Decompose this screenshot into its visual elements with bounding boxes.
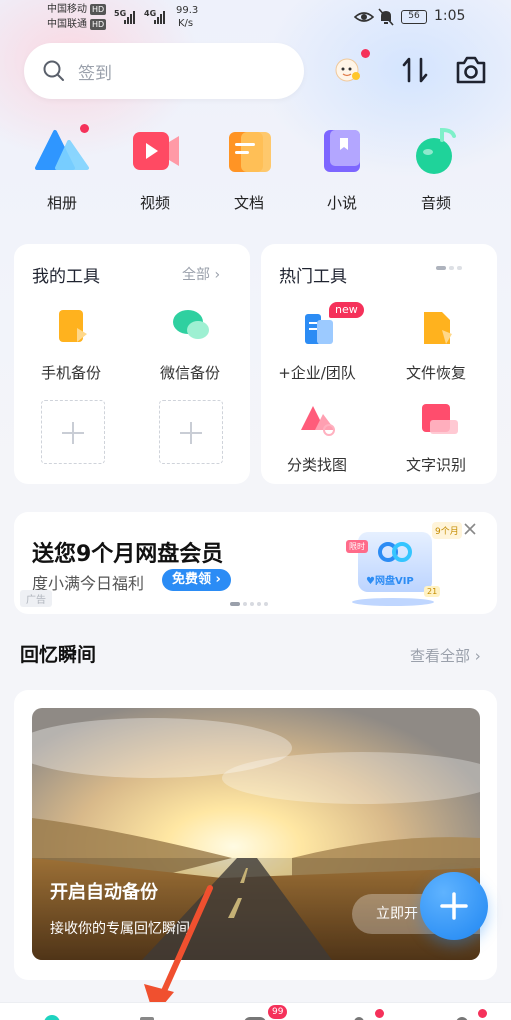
pointer-arrow-icon — [144, 885, 213, 1016]
new-badge: new — [329, 302, 364, 318]
nav-badge: 99 — [268, 1005, 288, 1019]
camera-icon[interactable] — [454, 55, 488, 85]
memories-view-all-link[interactable]: 查看全部 › — [410, 645, 481, 666]
avatar-icon — [335, 58, 360, 82]
avatar-badge-dot — [361, 49, 370, 58]
quick-action-label: 视频 — [139, 194, 170, 212]
search-bar[interactable]: 签到 — [24, 43, 304, 99]
ad-title: 送您9个月网盘会员 — [32, 542, 224, 567]
album-badge-dot — [80, 124, 89, 133]
vip-count: 21 — [424, 586, 441, 597]
battery-icon: 56 — [401, 10, 427, 24]
mute-bell-icon — [378, 8, 394, 26]
ad-page-indicator — [230, 602, 268, 606]
album-icon — [35, 130, 89, 170]
cloud-logo-icon — [378, 542, 412, 562]
my-tools-card: 我的工具 全部 › 手机备份 微信备份 — [14, 244, 250, 484]
transfer-icon[interactable] — [401, 55, 429, 85]
tool-label: 手机备份 — [40, 364, 101, 382]
net-speed-value: 99.3 — [176, 5, 199, 16]
ad-banner[interactable]: 送您9个月网盘会员 度小满今日福利 免费领 › 广告 ♥网盘VIP 限时 21 … — [14, 512, 497, 614]
vip-label: ♥网盘VIP — [366, 576, 414, 587]
signal-icon-2 — [154, 10, 165, 24]
image-search-icon — [301, 406, 335, 436]
close-icon[interactable] — [463, 522, 477, 536]
avatar[interactable] — [332, 49, 370, 84]
my-tools-title: 我的工具 — [32, 267, 100, 287]
tool-label: 文字识别 — [405, 456, 466, 474]
video-icon — [133, 132, 179, 170]
novel-icon — [324, 130, 360, 172]
hot-tools-card: 热门工具 new +企业/团队 文件恢复 分类找图 文字识别 — [261, 244, 497, 484]
tool-label: 文件恢复 — [405, 364, 466, 382]
bottom-nav: 99 — [0, 1002, 511, 1020]
status-bar: 中国移动 HD 中国联通 HD 5G 4G 99.3 K/s 56 1:05 — [0, 0, 511, 34]
quick-action-label: 小说 — [326, 194, 357, 212]
document-icon — [229, 132, 271, 172]
memory-photo[interactable]: 开启自动备份 接收你的专属回忆瞬间 立即开 — [32, 708, 480, 960]
add-tool-slot-1[interactable] — [41, 400, 105, 464]
search-placeholder: 签到 — [78, 63, 112, 84]
quick-action-label: 文档 — [233, 194, 264, 212]
plus-icon — [440, 892, 468, 920]
ad-tag: 广告 — [20, 590, 52, 607]
my-tools-all-link[interactable]: 全部 › — [182, 264, 220, 284]
signal-icon — [124, 10, 135, 24]
ad-claim-button[interactable]: 免费领 › — [162, 569, 231, 591]
months-tag: 9个月 — [432, 522, 462, 539]
vip-illustration: ♥网盘VIP 限时 21 — [346, 526, 441, 606]
ocr-icon — [422, 404, 458, 434]
eye-icon — [354, 12, 374, 22]
nav-profile-dot — [478, 1009, 487, 1018]
clock: 1:05 — [434, 8, 466, 24]
wechat-backup-icon — [173, 310, 209, 339]
nav-discover-dot — [375, 1009, 384, 1018]
file-recovery-icon — [424, 312, 452, 344]
quick-action-label: 音频 — [420, 194, 451, 212]
tool-label: +企业/团队 — [278, 364, 356, 382]
carrier-2: 中国联通 HD — [47, 19, 107, 30]
quick-action-label: 相册 — [46, 194, 77, 212]
memories-title: 回忆瞬间 — [20, 644, 97, 666]
audio-icon — [416, 128, 456, 174]
search-icon — [43, 60, 64, 81]
nav-home-icon[interactable] — [44, 1015, 60, 1020]
net-speed-unit: K/s — [178, 18, 194, 29]
fab-add-button[interactable] — [420, 872, 488, 940]
limited-tag: 限时 — [346, 540, 368, 553]
page-indicator — [436, 266, 462, 270]
tool-label: 分类找图 — [286, 456, 347, 474]
tool-label: 微信备份 — [159, 364, 220, 382]
phone-backup-icon — [59, 310, 87, 342]
carrier-1: 中国移动 HD — [47, 4, 107, 15]
hot-tools-title: 热门工具 — [279, 267, 347, 287]
add-tool-slot-2[interactable] — [159, 400, 223, 464]
